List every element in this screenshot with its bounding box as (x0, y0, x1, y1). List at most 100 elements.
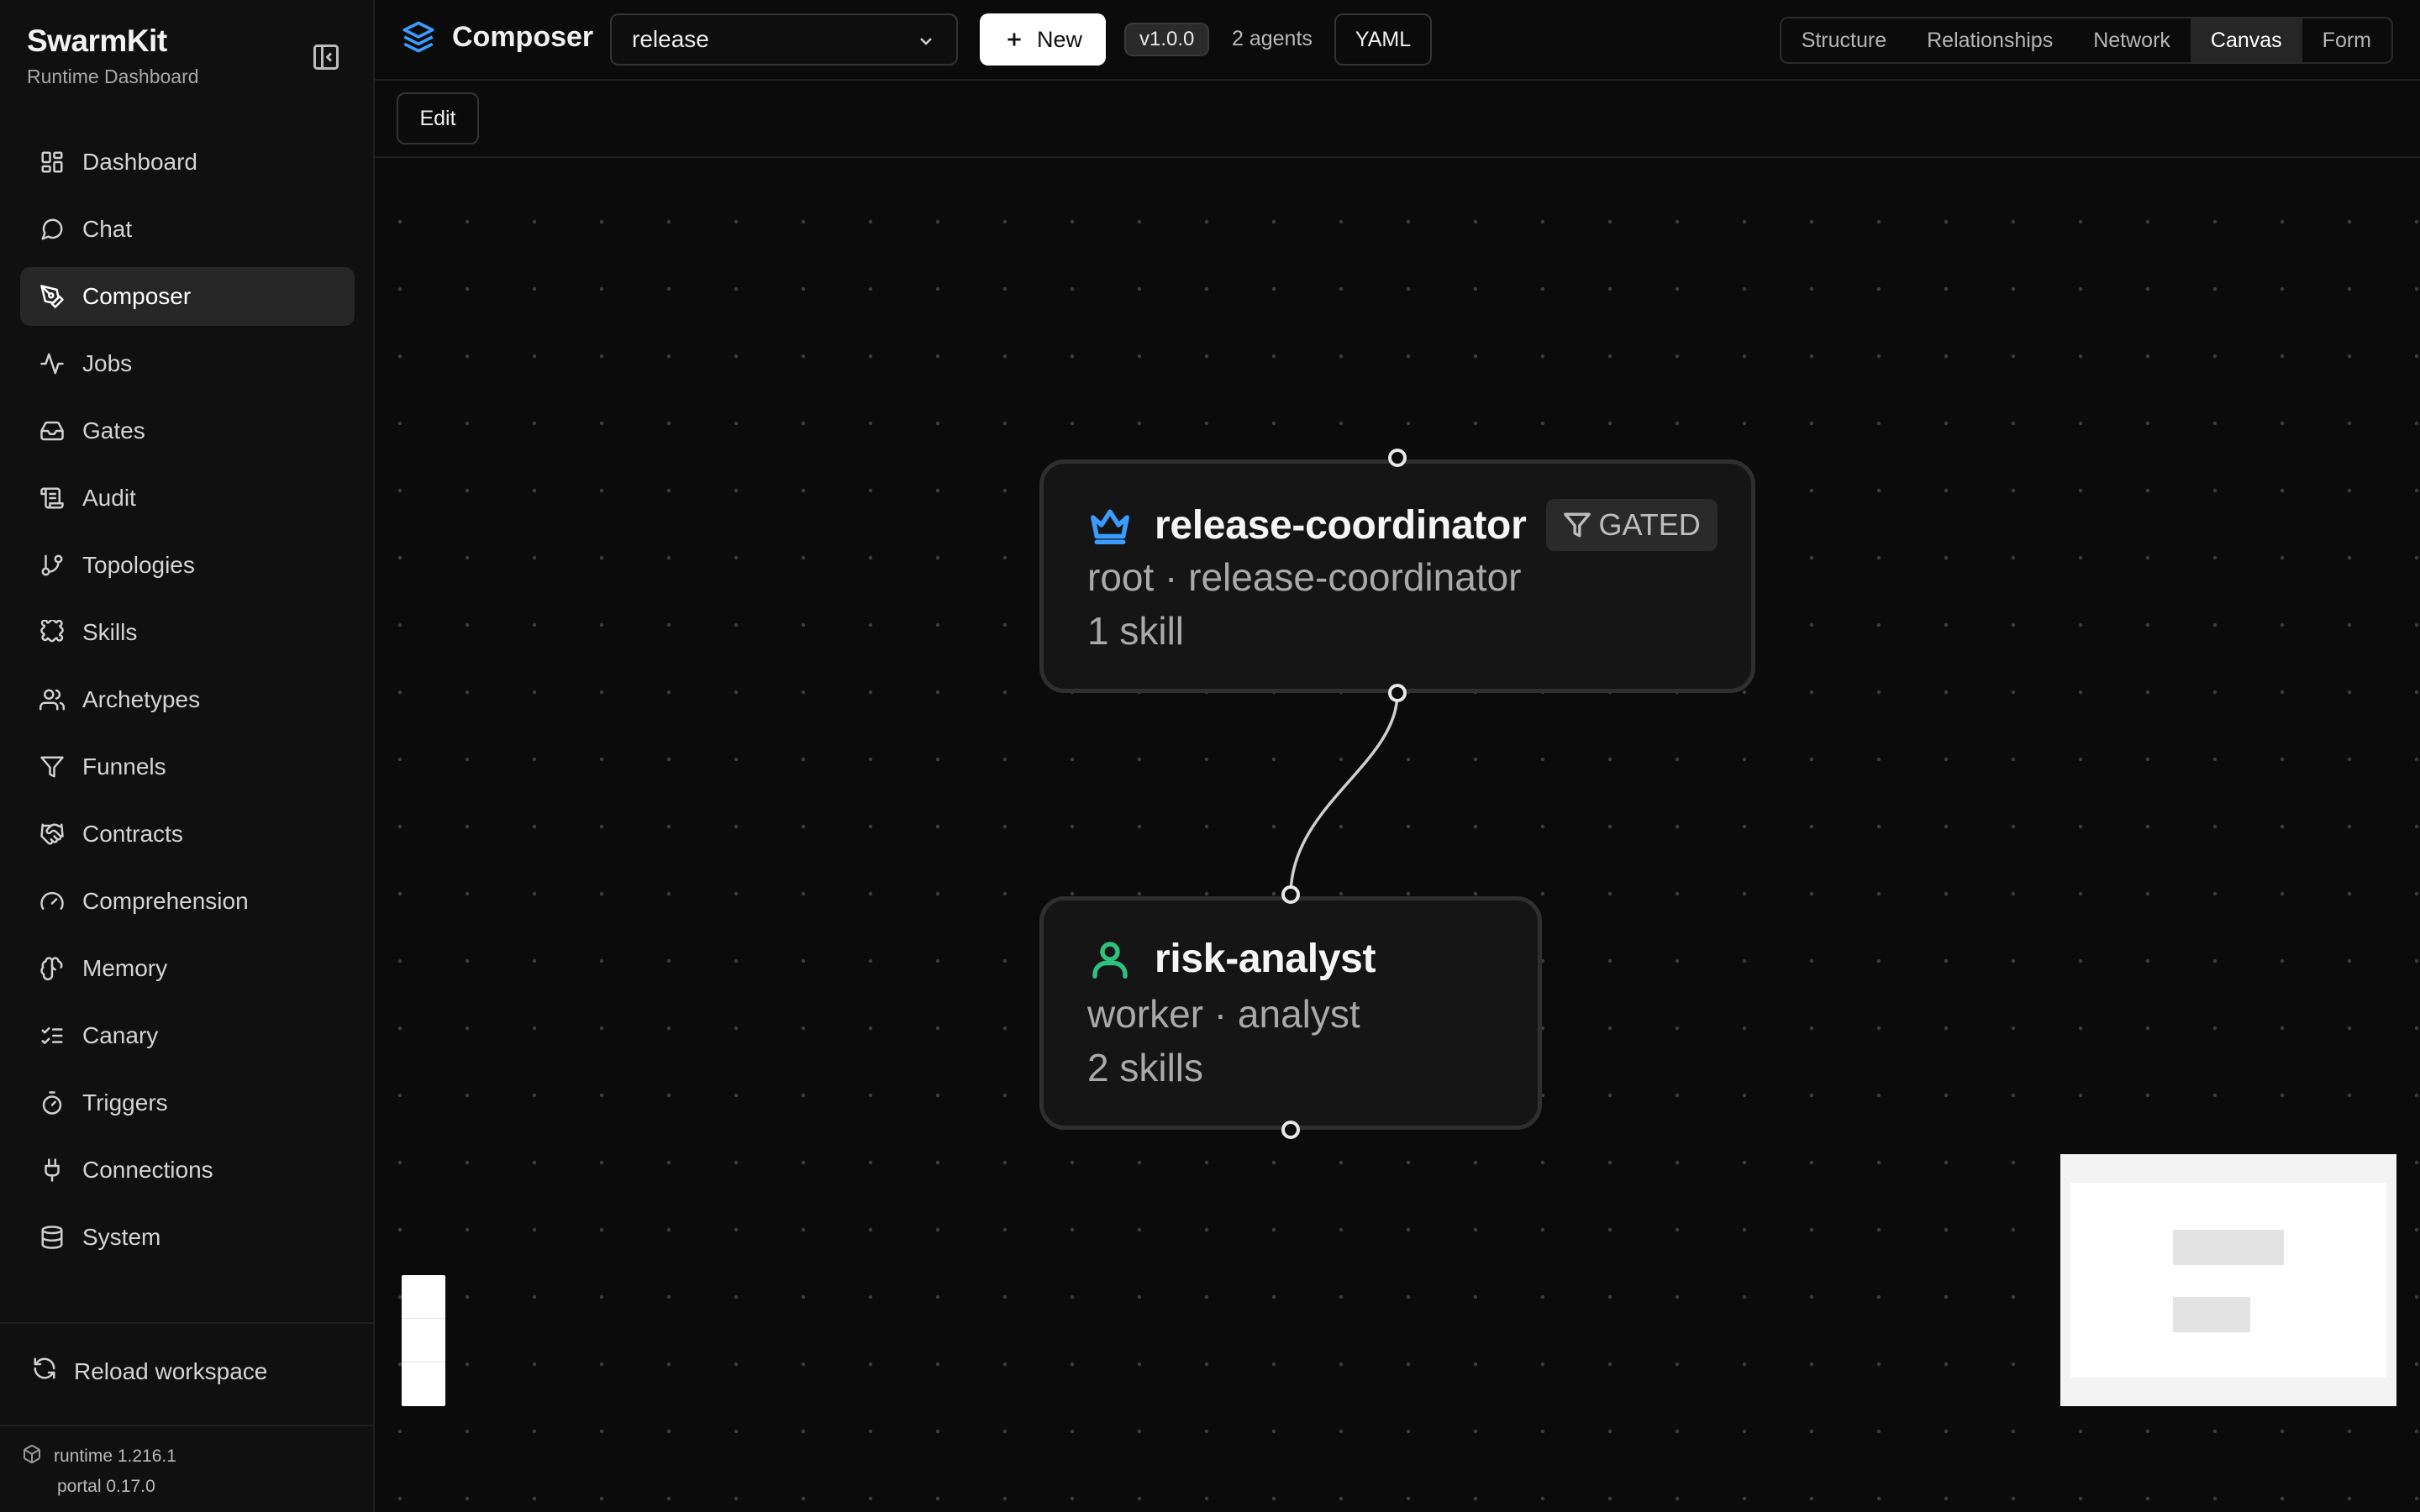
users-icon (39, 686, 66, 713)
node-title: risk-analyst (1155, 937, 1376, 981)
sidebar-item-label: Memory (82, 955, 168, 981)
sidebar: SwarmKit Runtime Dashboard Dashboard Cha… (0, 0, 375, 1512)
sidebar-item-memory[interactable]: Memory (20, 939, 355, 998)
app-subtitle: Runtime Dashboard (27, 66, 199, 87)
node-header: release-coordinator GATED (1087, 499, 1718, 551)
topology-select[interactable]: release (610, 13, 958, 66)
sidebar-divider (0, 1425, 375, 1426)
handshake-icon (39, 821, 66, 848)
page-title: Composer (402, 20, 593, 54)
sidebar-item-label: Audit (82, 485, 136, 511)
funnel-icon (39, 753, 66, 780)
edit-button[interactable]: Edit (397, 92, 479, 144)
portal-version: portal 0.17.0 (57, 1477, 155, 1496)
zoom-out-button[interactable] (402, 1319, 445, 1362)
pen-tool-icon (39, 283, 66, 310)
tab-network[interactable]: Network (2073, 18, 2191, 62)
plug-icon (39, 1157, 66, 1184)
new-button[interactable]: New (980, 13, 1106, 66)
topology-select-value: release (632, 26, 709, 52)
sidebar-item-connections[interactable]: Connections (20, 1141, 355, 1200)
node-title: release-coordinator (1155, 502, 1527, 548)
sidebar-item-label: Archetypes (82, 686, 201, 712)
yaml-button[interactable]: YAML (1334, 13, 1432, 66)
sidebar-item-comprehension[interactable]: Comprehension (20, 872, 355, 931)
gated-badge: GATED (1546, 499, 1718, 551)
runtime-version: runtime 1.216.1 (54, 1446, 176, 1466)
sidebar-item-gates[interactable]: Gates (20, 402, 355, 460)
puzzle-icon (39, 619, 66, 646)
sidebar-item-skills[interactable]: Skills (20, 603, 355, 662)
canvas-toolbar: Edit (375, 81, 2420, 158)
node-input-handle[interactable] (1281, 885, 1300, 904)
git-branch-icon (39, 552, 66, 579)
sidebar-item-triggers[interactable]: Triggers (20, 1074, 355, 1132)
node-role: worker · analyst (1087, 992, 1360, 1036)
chat-icon (39, 216, 66, 243)
collapse-sidebar-icon[interactable] (311, 42, 341, 72)
version-info: runtime 1.216.1 portal 0.17.0 (22, 1441, 176, 1502)
plus-icon (1003, 29, 1037, 50)
inbox-icon (39, 417, 66, 444)
agents-count: 2 agents (1232, 27, 1313, 50)
sidebar-item-label: Composer (82, 283, 192, 309)
sidebar-item-jobs[interactable]: Jobs (20, 334, 355, 393)
brain-icon (39, 955, 66, 982)
top-bar: Composer release New v1.0.0 2 agents YAM… (375, 0, 2420, 81)
node-header: risk-analyst (1087, 936, 1376, 982)
minimap-viewport (2070, 1183, 2386, 1378)
zoom-in-button[interactable] (402, 1275, 445, 1319)
sidebar-item-label: Chat (82, 216, 133, 242)
minimap[interactable] (2060, 1154, 2396, 1406)
timer-icon (39, 1089, 66, 1116)
agent-node[interactable]: release-coordinator GATED root · release… (1039, 459, 1755, 693)
database-icon (39, 1224, 66, 1251)
node-output-handle[interactable] (1281, 1121, 1300, 1139)
sidebar-item-dashboard[interactable]: Dashboard (20, 133, 355, 192)
sidebar-item-contracts[interactable]: Contracts (20, 805, 355, 864)
minimap-node (2173, 1230, 2284, 1265)
node-input-handle[interactable] (1388, 449, 1407, 467)
activity-icon (39, 350, 66, 377)
topology-canvas[interactable]: release-coordinator GATED root · release… (375, 158, 2420, 1512)
sidebar-item-label: Contracts (82, 821, 183, 847)
funnel-icon (1563, 511, 1598, 539)
reload-workspace-button[interactable]: Reload workspace (32, 1356, 267, 1387)
node-skills: 1 skill (1087, 609, 1185, 653)
fit-view-button[interactable] (402, 1362, 445, 1406)
dashboard-icon (39, 149, 66, 176)
package-icon (22, 1444, 54, 1469)
chevron-down-icon (916, 30, 936, 50)
sidebar-item-composer[interactable]: Composer (20, 267, 355, 326)
sidebar-item-topologies[interactable]: Topologies (20, 536, 355, 595)
new-button-label: New (1036, 26, 1082, 52)
sidebar-item-archetypes[interactable]: Archetypes (20, 670, 355, 729)
sidebar-item-label: Connections (82, 1157, 213, 1183)
edge-coordinator-to-analyst[interactable] (1289, 692, 1399, 896)
gauge-icon (39, 888, 66, 915)
node-role: root · release-coordinator (1087, 555, 1522, 599)
sidebar-item-label: Gates (82, 417, 145, 444)
tab-structure[interactable]: Structure (1781, 18, 1907, 62)
app-title: SwarmKit (27, 24, 167, 58)
agent-node[interactable]: risk-analyst worker · analyst 2 skills (1039, 896, 1542, 1130)
sidebar-item-chat[interactable]: Chat (20, 200, 355, 259)
node-output-handle[interactable] (1388, 684, 1407, 702)
sidebar-item-label: Skills (82, 619, 138, 645)
zoom-controls (402, 1275, 445, 1406)
tab-relationships[interactable]: Relationships (1907, 18, 2073, 62)
tab-canvas[interactable]: Canvas (2190, 18, 2302, 62)
sidebar-item-funnels[interactable]: Funnels (20, 738, 355, 796)
sidebar-item-label: Triggers (82, 1089, 168, 1116)
crown-icon (1087, 502, 1133, 548)
sidebar-item-audit[interactable]: Audit (20, 469, 355, 528)
version-badge: v1.0.0 (1124, 23, 1210, 56)
brand: SwarmKit Runtime Dashboard (27, 24, 199, 88)
reload-label: Reload workspace (74, 1357, 268, 1384)
scroll-icon (39, 485, 66, 512)
refresh-icon (32, 1356, 74, 1387)
tab-form[interactable]: Form (2302, 18, 2391, 62)
sidebar-item-canary[interactable]: Canary (20, 1006, 355, 1065)
sidebar-item-system[interactable]: System (20, 1208, 355, 1267)
sidebar-nav: Dashboard Chat Composer Jobs Gates Audit… (20, 133, 355, 1275)
